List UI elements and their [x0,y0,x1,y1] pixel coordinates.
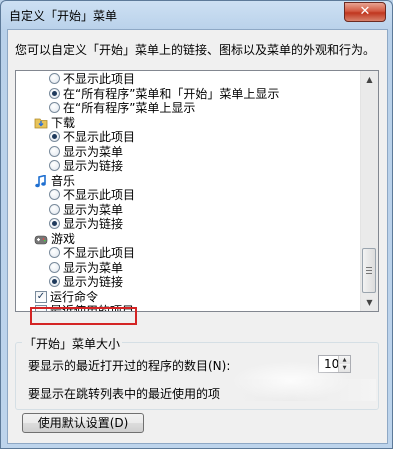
checkbox-label: 运行命令 [50,289,99,304]
radio-button-selected[interactable] [49,131,60,142]
description-text: 您可以自定义「开始」菜单上的链接、图标以及菜单的外观和行为。 [15,43,376,57]
close-button[interactable]: ✕ [344,2,386,22]
radio-button[interactable] [49,145,60,157]
highlight-box [30,307,137,325]
scroll-down-button[interactable]: ▼ [361,294,378,311]
radio-button[interactable] [49,261,60,273]
music-note-icon [34,173,47,187]
use-defaults-button[interactable]: 使用默认设置(D) [22,413,144,433]
group-title: 「开始」菜单大小 [22,335,123,352]
radio-option-label: 不显示此项目 [63,130,136,144]
window-title: 自定义「开始」菜单 [9,9,118,23]
radio-button[interactable] [49,203,60,215]
radio-button[interactable] [49,189,60,200]
radio-option-label: 显示为菜单 [63,260,124,275]
radio-option-label: 在“所有程序”菜单和「开始」菜单上显示 [63,86,280,101]
radio-button[interactable] [49,73,60,84]
games-icon [34,233,48,244]
radio-option-label: 显示为菜单 [63,202,124,217]
checkbox-checked[interactable]: ✓ [35,290,47,303]
scroll-thumb[interactable] [362,248,376,293]
radio-option-label: 显示为链接 [63,275,124,289]
radio-option-label: 不显示此项目 [63,72,136,86]
radio-button-selected[interactable] [49,218,60,229]
radio-button-selected[interactable] [49,87,60,99]
options-list-content: 不显示此项目 在“所有程序”菜单和「开始」菜单上显示 在“所有程序”菜单上显示 下载不… [16,71,360,311]
close-icon: ✕ [359,4,371,19]
scroll-up-button[interactable]: ▲ [361,71,378,88]
category-label: 音乐 [51,173,76,188]
radio-button[interactable] [49,160,60,171]
download-folder-icon [34,117,48,128]
grip-icon [366,267,372,274]
radio-option-label: 不显示此项目 [63,188,136,202]
radio-button[interactable] [49,102,60,113]
jump-list-label: 要显示在跳转列表中的最近使用的项 [28,387,221,401]
radio-button-selected[interactable] [49,276,60,287]
recent-programs-label: 要显示的最近打开过的程序的数目(N): [28,359,231,373]
radio-option-label: 显示为链接 [63,217,124,231]
watermark [231,361,351,401]
category-label: 下载 [51,115,76,130]
arrow-up-icon: ▲ [366,75,373,84]
radio-option-label: 在“所有程序”菜单上显示 [63,101,196,115]
list-scrollbar[interactable]: ▲ ▼ [360,71,378,311]
options-list[interactable]: 不显示此项目 在“所有程序”菜单和「开始」菜单上显示 在“所有程序”菜单上显示 下载不… [15,70,379,312]
category-label: 游戏 [51,231,76,246]
radio-option-label: 显示为菜单 [63,144,124,159]
title-bar[interactable]: 自定义「开始」菜单 ✕ [1,1,392,29]
radio-option-label: 显示为链接 [63,159,124,173]
radio-button[interactable] [49,247,60,258]
customize-start-menu-dialog: 自定义「开始」菜单 ✕ 您可以自定义「开始」菜单上的链接、图标以及菜单的外观和行… [0,0,393,449]
arrow-down-icon: ▼ [366,298,373,307]
radio-option-label: 不显示此项目 [63,246,136,260]
